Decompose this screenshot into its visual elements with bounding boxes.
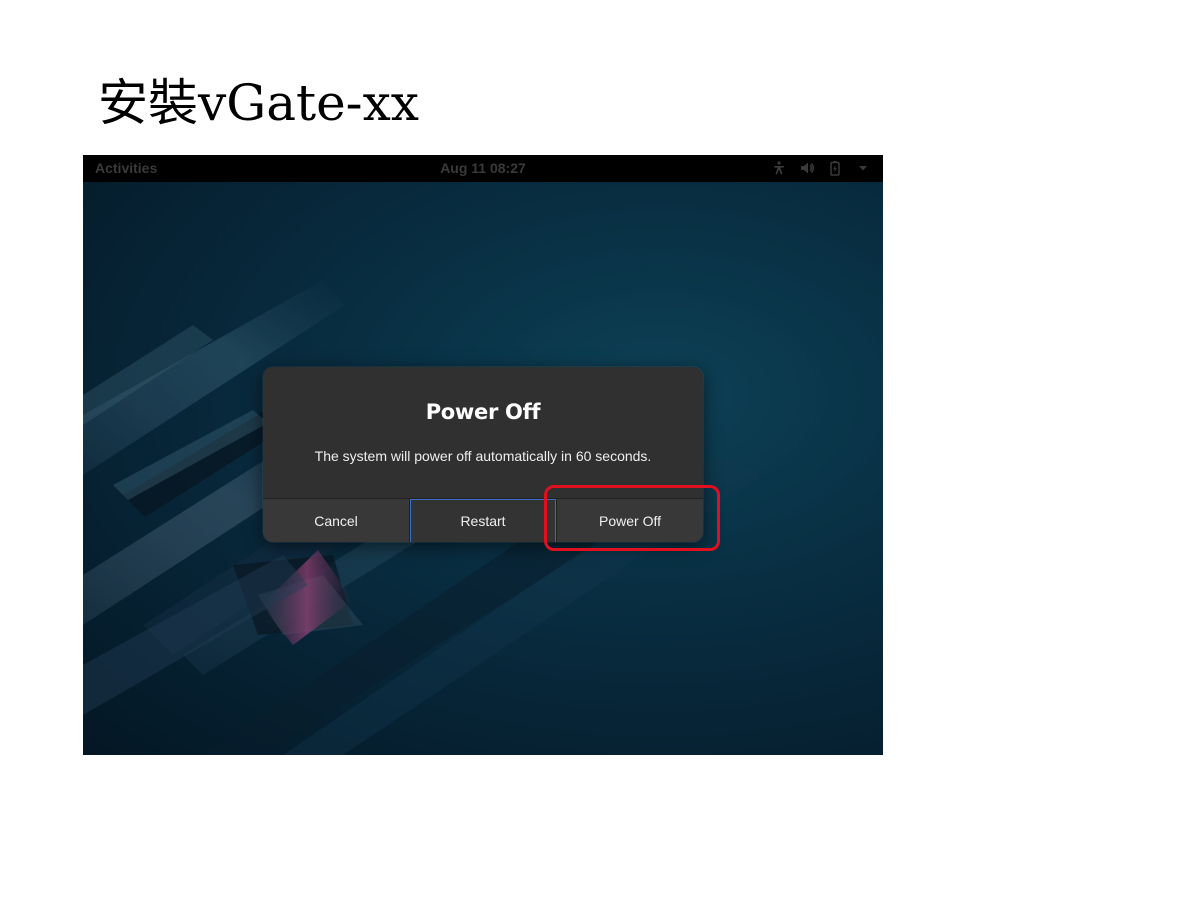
top-bar: Activities Aug 11 08:27 [83,155,883,182]
system-menu-arrow-icon[interactable] [855,160,871,176]
accessibility-icon[interactable] [771,160,787,176]
power-off-button[interactable]: Power Off [556,499,703,542]
power-off-dialog: Power Off The system will power off auto… [263,367,703,542]
restart-button[interactable]: Restart [409,499,556,542]
dialog-title: Power Off [425,400,541,424]
system-tray[interactable] [771,160,871,176]
battery-icon[interactable] [827,160,843,176]
dialog-button-row: Cancel Restart Power Off [263,498,703,542]
cancel-button[interactable]: Cancel [263,499,409,542]
clock[interactable]: Aug 11 08:27 [83,160,883,176]
desktop-screenshot: Activities Aug 11 08:27 Power Off The sy… [83,155,883,755]
volume-icon[interactable] [799,160,815,176]
dialog-message: The system will power off automatically … [314,448,652,464]
slide-title: 安裝vGate-xx [98,74,419,132]
